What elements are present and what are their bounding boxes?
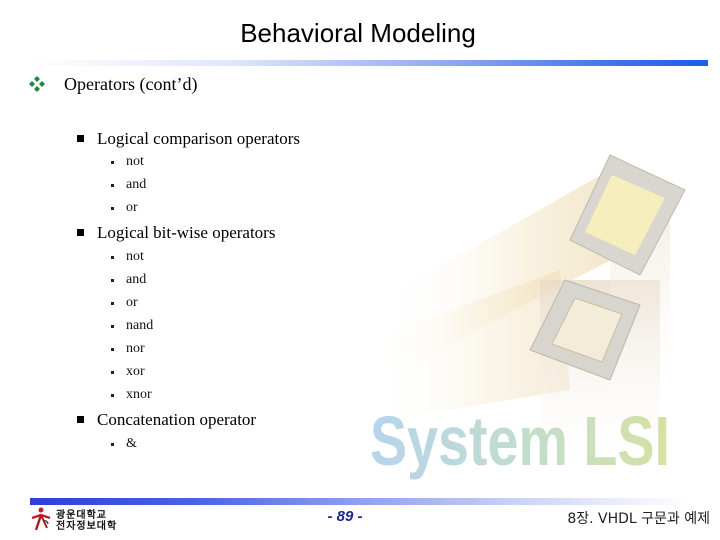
dot-bullet-icon bbox=[111, 255, 114, 259]
college-name: 전자정보대학 bbox=[56, 521, 118, 532]
list-item: xnor bbox=[111, 385, 152, 405]
list-item: & bbox=[111, 434, 137, 454]
dot-bullet-icon bbox=[111, 442, 114, 446]
list-item: or bbox=[111, 198, 138, 218]
university-name: 광운대학교 bbox=[56, 510, 107, 521]
dot-bullet-icon bbox=[111, 183, 114, 187]
dot-bullet-icon bbox=[111, 206, 114, 210]
square-bullet-icon bbox=[77, 415, 84, 423]
chapter-label: 8장. VHDL 구문과 예제 bbox=[567, 511, 710, 527]
level1-text: Operators (cont’d) bbox=[64, 73, 198, 94]
list-item: and bbox=[111, 175, 146, 195]
dot-bullet-icon bbox=[111, 370, 114, 374]
level1-item-operators: Operators (cont’d) bbox=[28, 72, 197, 96]
list-item: not bbox=[111, 247, 144, 267]
dot-bullet-icon bbox=[111, 324, 114, 328]
list-item: not bbox=[111, 152, 144, 172]
square-bullet-icon bbox=[77, 228, 84, 236]
footer-bar bbox=[30, 498, 690, 505]
diamond-cluster-icon bbox=[28, 75, 46, 93]
dot-bullet-icon bbox=[111, 347, 114, 351]
list-item: nand bbox=[111, 316, 153, 336]
dot-bullet-icon bbox=[111, 160, 114, 164]
list-item: or bbox=[111, 293, 138, 313]
section-heading-comparison: Logical comparison operators bbox=[77, 128, 300, 150]
system-lsi-caption: System LSI bbox=[370, 402, 670, 480]
section-heading-bitwise: Logical bit-wise operators bbox=[77, 222, 275, 244]
university-logo-icon bbox=[30, 506, 52, 537]
dot-bullet-icon bbox=[111, 278, 114, 282]
slide-title: Behavioral Modeling bbox=[240, 18, 476, 48]
list-item: nor bbox=[111, 339, 145, 359]
university-logo: 광운대학교 전자정보대학 bbox=[30, 507, 117, 535]
title-underline-bar bbox=[30, 60, 708, 66]
dot-bullet-icon bbox=[111, 393, 114, 397]
square-bullet-icon bbox=[77, 134, 84, 142]
list-item: and bbox=[111, 270, 146, 290]
chip-illustration-icon: System LSI bbox=[360, 130, 700, 480]
dot-bullet-icon bbox=[111, 301, 114, 305]
list-item: xor bbox=[111, 362, 145, 382]
section-heading-concatenation: Concatenation operator bbox=[77, 409, 256, 431]
page-number: - 89 - bbox=[327, 508, 363, 525]
